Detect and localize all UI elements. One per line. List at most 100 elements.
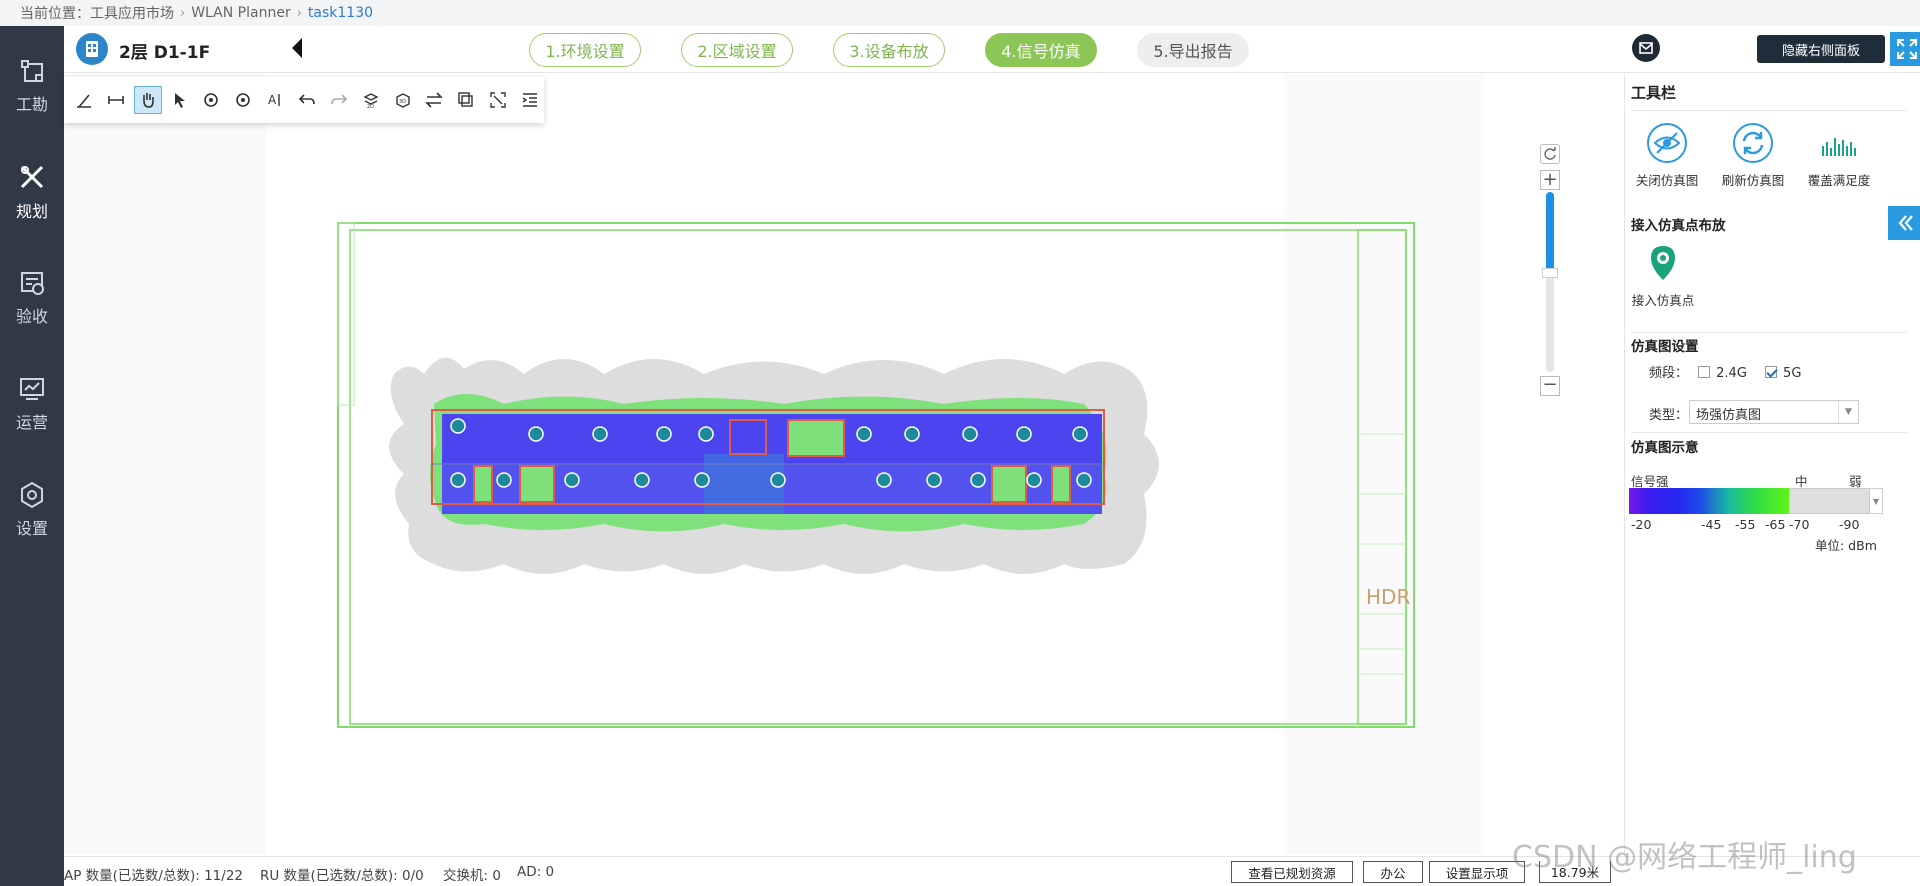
chevron-right-icon: › <box>296 5 302 21</box>
legend-weak-swatch <box>1789 488 1871 514</box>
select-arrow-icon[interactable] <box>166 86 194 114</box>
legend-tick: -70 <box>1789 517 1810 532</box>
step-environment[interactable]: 1.环境设置 <box>529 33 641 67</box>
legend-title: 仿真图示意 <box>1631 440 1699 456</box>
floor-title[interactable]: 2层 D1-1F <box>119 38 210 63</box>
coverage-chart-icon <box>1818 122 1860 164</box>
distance-icon[interactable] <box>102 86 130 114</box>
rotate-cw-icon[interactable] <box>229 86 257 114</box>
legend-dropdown[interactable]: ▼ <box>1869 488 1883 514</box>
left-nav: 工勘 规划 验收 运营 设置 <box>0 26 64 886</box>
zoom-slider-fill <box>1546 192 1554 273</box>
band-24-checkbox[interactable]: 2.4G <box>1698 366 1747 381</box>
ad-count: AD: 0 <box>517 864 555 880</box>
pan-hand-icon[interactable] <box>133 86 162 114</box>
legend-tick: -55 <box>1735 517 1756 532</box>
eye-off-icon <box>1646 122 1688 164</box>
nav-item-planning[interactable]: 规划 <box>0 152 64 232</box>
legend-tick: -65 <box>1765 517 1786 532</box>
zoom-control: + − <box>1540 144 1562 400</box>
switch-count: 交换机: 0 <box>443 868 501 884</box>
layer-2d-icon[interactable]: 2D <box>357 86 385 114</box>
zoom-out-icon[interactable]: − <box>1540 376 1560 396</box>
legend-unit: 单位: dBm <box>1815 538 1877 553</box>
nav-label: 验收 <box>15 307 48 326</box>
step-area[interactable]: 2.区域设置 <box>681 33 793 67</box>
breadcrumb-item-task[interactable]: task1130 <box>308 5 373 21</box>
checkbox[interactable] <box>1698 366 1711 378</box>
legend-gradient <box>1629 488 1789 514</box>
watermark: CSDN @网络工程师_ling <box>1512 840 1857 875</box>
drawing-toolbar: A 2D 3D <box>64 77 544 123</box>
nav-label: 设置 <box>15 519 48 538</box>
rotate-ccw-icon[interactable] <box>197 86 225 114</box>
coverage-satisfaction-button[interactable]: 覆盖满足度 <box>1801 122 1877 189</box>
planning-icon <box>20 165 44 189</box>
text-tool-icon[interactable]: A <box>261 86 289 114</box>
sim-settings-title: 仿真图设置 <box>1631 339 1699 355</box>
ap-count: AP 数量(已选数/总数): 11/22 <box>64 868 243 884</box>
zoom-slider[interactable] <box>1542 192 1558 372</box>
nav-label: 运营 <box>15 413 48 432</box>
zoom-in-icon[interactable]: + <box>1540 170 1560 190</box>
survey-icon <box>21 60 43 82</box>
expand-panel-icon[interactable] <box>1888 206 1920 240</box>
zoom-slider-handle[interactable] <box>1542 268 1558 278</box>
legend-tick: -45 <box>1701 517 1722 532</box>
nav-label: 工勘 <box>15 95 48 114</box>
undo-icon[interactable] <box>293 86 321 114</box>
redo-icon[interactable] <box>325 86 353 114</box>
band-row: 频段： 2.4G 5G <box>1649 362 1801 381</box>
mail-icon[interactable] <box>1632 34 1660 62</box>
refresh-simulation-button[interactable]: 刷新仿真图 <box>1715 122 1791 189</box>
breadcrumb-prefix: 当前位置： <box>20 6 90 22</box>
display-settings-button[interactable]: 设置显示项 <box>1429 861 1525 883</box>
type-label: 类型： <box>1649 408 1689 423</box>
band-5-checkbox[interactable]: 5G <box>1765 366 1801 381</box>
legend-tick: -20 <box>1631 517 1652 532</box>
step-simulation[interactable]: 4.信号仿真 <box>985 33 1097 67</box>
view-planned-resources-button[interactable]: 查看已规划资源 <box>1231 861 1353 883</box>
band-24-label: 2.4G <box>1716 366 1747 381</box>
step-device[interactable]: 3.设备布放 <box>833 33 945 67</box>
fit-screen-icon[interactable] <box>484 86 512 114</box>
divider <box>1631 432 1907 433</box>
svg-text:HDR: HDR <box>1366 585 1410 609</box>
map-canvas[interactable]: HDR <box>64 74 1484 854</box>
operation-icon <box>20 378 44 400</box>
list-indent-icon[interactable] <box>516 86 544 114</box>
office-button[interactable]: 办公 <box>1363 861 1423 883</box>
divider <box>1631 332 1907 333</box>
checkbox[interactable] <box>1765 366 1778 378</box>
button-label: 接入仿真点 <box>1631 293 1695 308</box>
nav-item-survey[interactable]: 工勘 <box>0 46 64 126</box>
floor-plan-heatmap: HDR <box>337 222 1415 728</box>
breadcrumb-item-market[interactable]: 工具应用市场 <box>90 3 174 23</box>
chevron-down-icon: ▼ <box>1872 497 1880 506</box>
access-point-button[interactable]: 接入仿真点 <box>1625 242 1701 309</box>
hide-right-panel-button[interactable]: 隐藏右侧面板 <box>1757 35 1885 63</box>
nav-item-operation[interactable]: 运营 <box>0 364 64 444</box>
zoom-reset-icon[interactable] <box>1540 144 1560 164</box>
divider <box>1631 110 1907 111</box>
fullscreen-icon[interactable] <box>1890 32 1920 66</box>
collapse-left-icon[interactable] <box>292 38 302 58</box>
nav-item-settings[interactable]: 设置 <box>0 470 64 550</box>
type-select-value: 场强仿真图 <box>1696 408 1762 423</box>
chevron-down-icon: ▼ <box>1838 401 1858 423</box>
type-select[interactable]: 场强仿真图 ▼ <box>1689 400 1859 424</box>
nav-label: 规划 <box>15 202 48 221</box>
copy-icon[interactable] <box>452 86 480 114</box>
swap-icon[interactable] <box>420 86 448 114</box>
ru-count: RU 数量(已选数/总数): 0/0 <box>260 868 424 884</box>
measure-icon[interactable] <box>70 86 98 114</box>
panel-toolbar-title: 工具栏 <box>1631 84 1677 102</box>
button-label: 刷新仿真图 <box>1721 173 1785 188</box>
breadcrumb-item-wlan[interactable]: WLAN Planner <box>191 5 291 21</box>
svg-text:A: A <box>268 93 277 107</box>
nav-item-acceptance[interactable]: 验收 <box>0 258 64 338</box>
layer-3d-icon[interactable]: 3D <box>389 86 417 114</box>
close-simulation-button[interactable]: 关闭仿真图 <box>1629 122 1705 189</box>
step-report[interactable]: 5.导出报告 <box>1137 33 1249 67</box>
building-icon <box>76 33 108 65</box>
